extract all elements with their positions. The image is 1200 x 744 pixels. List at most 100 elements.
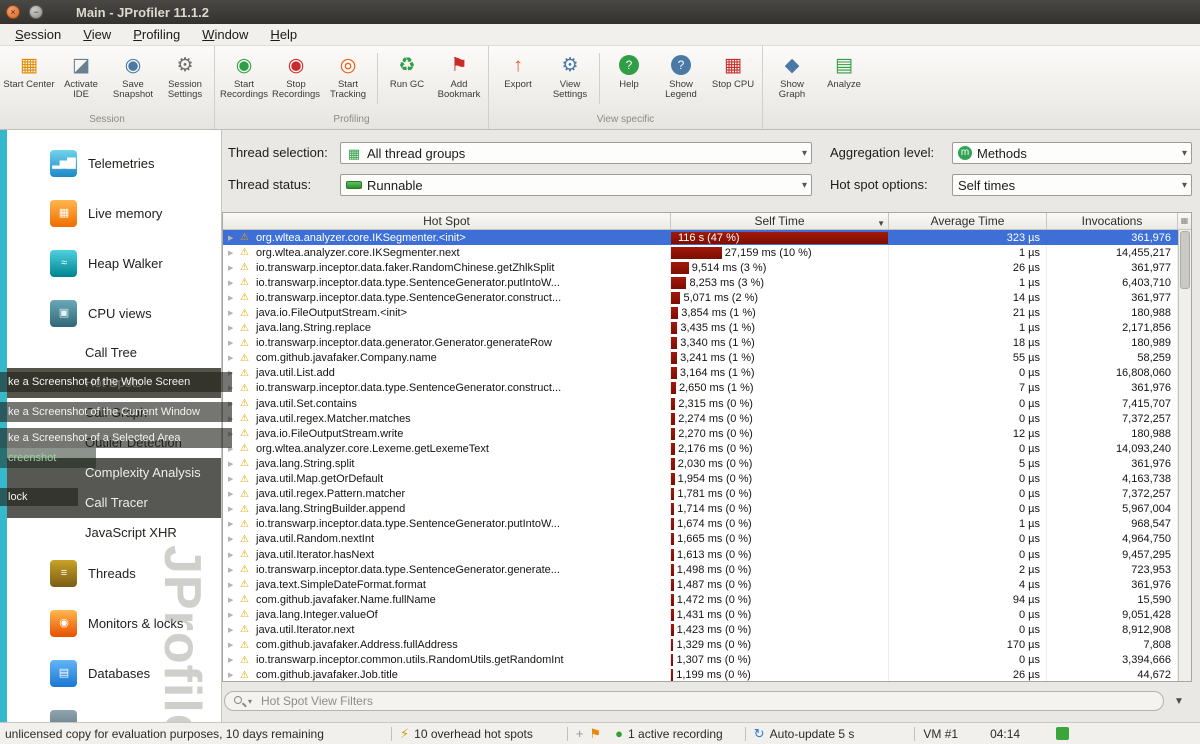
table-row[interactable]: ▶ ⚠ java.lang.StringBuilder.append 1,714 ms… [223,501,1178,517]
sidebar-item-cpu-views[interactable]: ▣ CPU views [0,288,221,338]
auto-update-control[interactable]: ↻ Auto-update 5 s [754,727,855,741]
table-row[interactable]: ▶ ⚠ com.github.javafaker.Name.fullName 1,47… [223,592,1178,608]
sidebar-item-call-tree[interactable]: Call Tree [0,338,221,368]
table-row[interactable]: ▶ ⚠ io.transwarp.inceptor.common.utils.Ran… [223,652,1178,668]
thread-status-dropdown[interactable]: Runnable ▾ [340,174,812,196]
expand-icon[interactable]: ▶ [228,596,237,604]
expand-icon[interactable]: ▶ [228,279,237,287]
sidebar-item-heap-walker[interactable]: ≈ Heap Walker [0,238,221,288]
table-row[interactable]: ▶ ⚠ java.util.Iterator.hasNext 1,613 ms (0 … [223,546,1178,563]
thread-selection-dropdown[interactable]: ▦ All thread groups ▾ [340,142,812,164]
expand-icon[interactable]: ▶ [228,430,237,438]
table-row[interactable]: ▶ ⚠ com.github.javafaker.Job.title 1,199 ms… [223,667,1178,681]
table-row[interactable]: ▶ ⚠ java.util.List.add 3,164 ms (1 %) 0 µs 16… [223,365,1178,381]
expand-icon[interactable]: ▶ [228,460,237,468]
expand-icon[interactable]: ▶ [228,234,237,242]
table-row[interactable]: ▶ ⚠ io.transwarp.inceptor.data.type.Senten… [223,290,1178,306]
expand-icon[interactable]: ▶ [228,294,237,302]
filter-options-icon[interactable]: ▾ [248,697,252,706]
start-recordings-button[interactable]: ◉ Start Recordings [218,51,270,100]
table-row[interactable]: ▶ ⚠ com.github.javafaker.Address.fullAddre… [223,637,1178,653]
expand-icon[interactable]: ▶ [228,339,237,347]
show-graph-button[interactable]: ◆ Show Graph [766,51,818,100]
view-settings-button[interactable]: ⚙ View Settings [544,51,596,100]
menu-view[interactable]: View [72,24,122,46]
session-settings-button[interactable]: ⚙ Session Settings [159,51,211,100]
analyze-button[interactable]: ▤ Analyze [818,51,870,90]
table-row[interactable]: ▶ ⚠ com.github.javafaker.Company.name 3,241… [223,350,1178,366]
table-row[interactable]: ▶ ⚠ java.util.regex.Pattern.matcher 1,781 m… [223,486,1178,502]
help-button[interactable]: ? Help [603,51,655,90]
expand-icon[interactable]: ▶ [228,309,237,317]
save-snapshot-button[interactable]: ◉ Save Snapshot [107,51,159,100]
menu-help[interactable]: Help [259,24,308,46]
sidebar-item-call-graph[interactable]: Call Graph [0,398,221,428]
column-header-invocations[interactable]: Invocations [1047,213,1178,229]
expand-icon[interactable]: ▶ [228,535,237,543]
expand-icon[interactable]: ▶ [228,671,237,679]
table-row[interactable]: ▶ ⚠ java.util.Map.getOrDefault 1,954 ms (0 … [223,471,1178,487]
close-button[interactable]: × [6,5,20,19]
table-row[interactable]: ▶ ⚠ org.wltea.analyzer.core.IKSegmenter.ne… [223,245,1178,261]
add-bookmark-button[interactable]: ⚑ Add Bookmark [433,51,485,100]
expand-icon[interactable]: ▶ [228,400,237,408]
table-row[interactable]: ▶ ⚠ java.io.FileOutputStream.<init> 3,854 m… [223,305,1178,321]
table-row[interactable]: ▶ ⚠ io.transwarp.inceptor.data.faker.Rando… [223,260,1178,276]
table-row[interactable]: ▶ ⚠ java.io.FileOutputStream.write 2,270 ms… [223,426,1178,442]
table-row[interactable]: ▶ ⚠ java.util.regex.Matcher.matches 2,274 m… [223,411,1178,427]
start-center-button[interactable]: ▦ Start Center [3,51,55,90]
table-row[interactable]: ▶ ⚠ java.util.Random.nextInt 1,665 ms (0 %)… [223,531,1178,547]
expand-icon[interactable]: ▶ [228,369,237,377]
vm-selector[interactable]: VM #1 [923,727,958,741]
overhead-hot-spots[interactable]: ⚡ 10 overhead hot spots [400,727,533,741]
sidebar-item-call-tracer[interactable]: Call Tracer [0,488,221,518]
expand-icon[interactable]: ▶ [228,384,237,392]
expand-icon[interactable]: ▶ [228,505,237,513]
sidebar-item-complexity-analysis[interactable]: Complexity Analysis [0,458,221,488]
start-tracking-button[interactable]: ◎ Start Tracking [322,51,374,100]
minimize-button[interactable]: − [29,5,43,19]
table-options-button[interactable]: ▦ [1178,213,1191,229]
table-row[interactable]: ▶ ⚠ io.transwarp.inceptor.data.type.Senten… [223,562,1178,578]
stop-recordings-button[interactable]: ◉ Stop Recordings [270,51,322,100]
sidebar-item-telemetries[interactable]: ▂▅▇ Telemetries [0,138,221,188]
menu-profiling[interactable]: Profiling [122,24,191,46]
expand-icon[interactable]: ▶ [228,324,237,332]
sidebar-item-live-memory[interactable]: ▦ Live memory [0,188,221,238]
hotspot-options-dropdown[interactable]: Self times ▾ [952,174,1192,196]
sidebar-item-outlier-detection[interactable]: Outlier Detection [0,428,221,458]
menu-window[interactable]: Window [191,24,259,46]
export-button[interactable]: ↑ Export [492,51,544,90]
expand-icon[interactable]: ▶ [228,656,237,664]
table-row[interactable]: ▶ ⚠ org.wltea.analyzer.core.Lexeme.getLexe… [223,441,1178,457]
expand-icon[interactable]: ▶ [228,264,237,272]
column-header-self-time[interactable]: Self Time ▼ [671,213,889,229]
menu-session[interactable]: Session [4,24,72,46]
table-row[interactable]: ▶ ⚠ java.util.Set.contains 2,315 ms (0 %) 0 … [223,396,1178,412]
table-row[interactable]: ▶ ⚠ io.transwarp.inceptor.data.type.Senten… [223,380,1178,397]
expand-icon[interactable]: ▶ [228,445,237,453]
expand-icon[interactable]: ▶ [228,551,237,559]
expand-icon[interactable]: ▶ [228,415,237,423]
table-row[interactable]: ▶ ⚠ org.wltea.analyzer.core.IKSegmenter.<i… [223,230,1178,246]
expand-icon[interactable]: ▶ [228,566,237,574]
show-legend-button[interactable]: ? Show Legend [655,51,707,100]
table-row[interactable]: ▶ ⚠ java.lang.Integer.valueOf 1,431 ms (0 %… [223,607,1178,623]
expand-icon[interactable]: ▶ [228,354,237,362]
expand-icon[interactable]: ▶ [228,249,237,257]
column-header-hot-spot[interactable]: Hot Spot [223,213,671,229]
table-row[interactable]: ▶ ⚠ java.util.Iterator.next 1,423 ms (0 %) 0… [223,622,1178,638]
table-row[interactable]: ▶ ⚠ java.lang.String.replace 3,435 ms (1 %)… [223,320,1178,336]
sidebar-item-hot-spots[interactable]: Hot Spots [0,368,221,398]
expand-icon[interactable]: ▶ [228,611,237,619]
table-row[interactable]: ▶ ⚠ io.transwarp.inceptor.data.generator.G… [223,335,1178,351]
expand-icon[interactable]: ▶ [228,490,237,498]
scrollbar-thumb[interactable] [1180,231,1190,289]
expand-icon[interactable]: ▶ [228,475,237,483]
table-row[interactable]: ▶ ⚠ io.transwarp.inceptor.data.type.Senten… [223,516,1178,532]
hot-spot-view-filters-input[interactable] [224,691,1164,711]
aggregation-level-dropdown[interactable]: m Methods ▾ [952,142,1192,164]
table-row[interactable]: ▶ ⚠ io.transwarp.inceptor.data.type.Senten… [223,275,1178,291]
run-gc-button[interactable]: ♻ Run GC [381,51,433,90]
stop-cpu-button[interactable]: ▦ Stop CPU [707,51,759,90]
